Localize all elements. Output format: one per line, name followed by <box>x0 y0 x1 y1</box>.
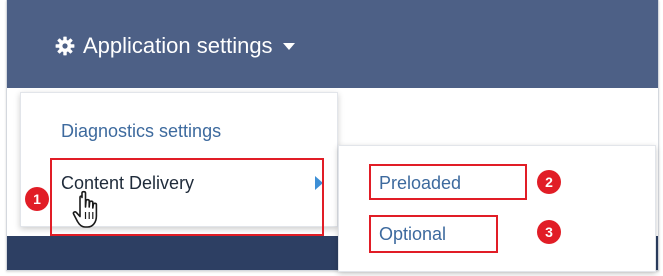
menu-item-diagnostics-settings[interactable]: Diagnostics settings <box>61 121 221 142</box>
gear-icon <box>55 36 75 56</box>
step-badge-1: 1 <box>25 187 49 211</box>
hand-pointer-icon <box>72 190 98 228</box>
highlight-optional <box>369 215 498 253</box>
application-settings-dropdown[interactable]: Application settings <box>55 30 295 62</box>
caret-down-icon <box>282 42 295 50</box>
menu-item-label: Diagnostics settings <box>61 121 222 141</box>
application-settings-label: Application settings <box>83 33 273 58</box>
step-badge-3: 3 <box>537 220 561 244</box>
step-badge-2: 2 <box>537 170 561 194</box>
highlight-preloaded <box>369 164 527 200</box>
